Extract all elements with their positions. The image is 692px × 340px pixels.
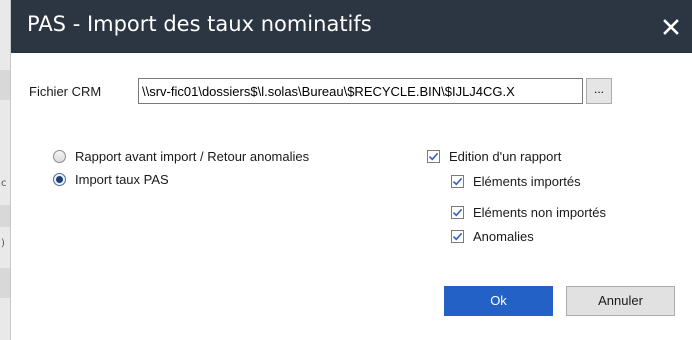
checkbox-elements-non-importes[interactable]: Eléments non importés bbox=[451, 205, 606, 220]
import-dialog: PAS - Import des taux nominatifs Fichier… bbox=[10, 0, 692, 340]
dialog-title: PAS - Import des taux nominatifs bbox=[27, 12, 372, 36]
checkbox-anomalies[interactable]: Anomalies bbox=[451, 229, 534, 244]
checkbox-label: Eléments importés bbox=[473, 174, 581, 189]
crm-file-input[interactable] bbox=[138, 78, 583, 104]
checkbox[interactable] bbox=[427, 150, 440, 163]
checkbox-edition-rapport[interactable]: Edition d'un rapport bbox=[427, 149, 561, 164]
background-panel-fragment bbox=[0, 70, 10, 100]
crm-file-label: Fichier CRM bbox=[29, 84, 102, 99]
checkmark-icon bbox=[452, 177, 463, 186]
checkbox[interactable] bbox=[451, 206, 464, 219]
radio-option-import[interactable]: Import taux PAS bbox=[53, 172, 169, 187]
checkbox[interactable] bbox=[451, 230, 464, 243]
title-bar[interactable]: PAS - Import des taux nominatifs bbox=[11, 0, 692, 53]
background-text-fragment: ) bbox=[1, 238, 5, 249]
checkbox-label: Edition d'un rapport bbox=[449, 149, 562, 164]
background-text-fragment: c bbox=[1, 178, 7, 189]
checkbox-label: Eléments non importés bbox=[473, 205, 606, 220]
close-icon bbox=[663, 19, 679, 35]
cancel-button[interactable]: Annuler bbox=[566, 286, 675, 316]
screen: c ) PAS - Import des taux nominatifs Fic… bbox=[0, 0, 692, 340]
close-button[interactable] bbox=[656, 12, 686, 42]
checkbox[interactable] bbox=[451, 175, 464, 188]
radio-label: Rapport avant import / Retour anomalies bbox=[75, 149, 310, 164]
checkbox-elements-importes[interactable]: Eléments importés bbox=[451, 174, 581, 189]
checkmark-icon bbox=[452, 232, 463, 241]
checkmark-icon bbox=[428, 152, 439, 161]
checkmark-icon bbox=[452, 208, 463, 217]
ok-button[interactable]: Ok bbox=[444, 286, 553, 316]
browse-button[interactable]: ... bbox=[586, 78, 612, 104]
radio-button[interactable] bbox=[53, 150, 66, 163]
background-panel-fragment bbox=[0, 205, 10, 227]
radio-option-rapport[interactable]: Rapport avant import / Retour anomalies bbox=[53, 149, 309, 164]
radio-button[interactable] bbox=[53, 173, 66, 186]
background-panel-fragment bbox=[0, 268, 10, 298]
checkbox-label: Anomalies bbox=[473, 229, 534, 244]
radio-label: Import taux PAS bbox=[75, 172, 169, 187]
